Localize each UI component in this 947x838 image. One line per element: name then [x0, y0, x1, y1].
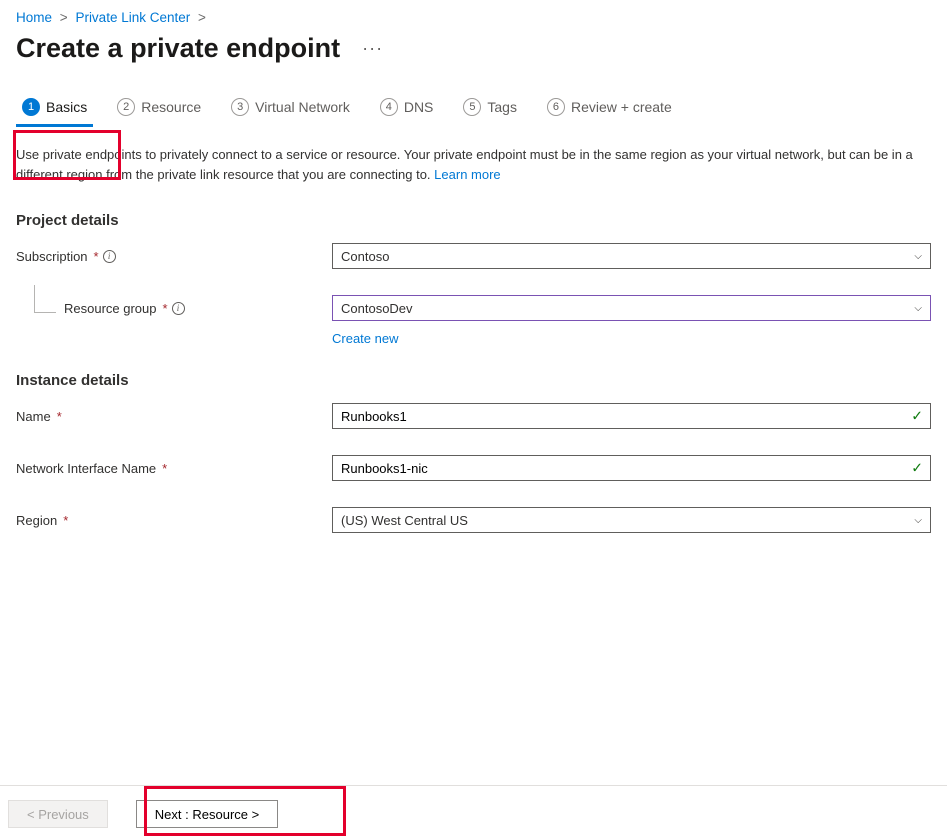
tree-indent-icon: [34, 285, 56, 313]
field-label: Name*: [16, 409, 332, 424]
tab-label: Tags: [487, 99, 517, 115]
tab-basics[interactable]: 1 Basics: [16, 90, 93, 126]
field-label: Subscription* i: [16, 249, 332, 264]
step-number-icon: 3: [231, 98, 249, 116]
wizard-footer: < Previous Next : Resource >: [0, 785, 947, 838]
select-value: Contoso: [341, 249, 389, 264]
create-new-link[interactable]: Create new: [332, 331, 398, 346]
section-instance-details: Instance details: [0, 346, 947, 397]
field-row-subscription: Subscription* i Contoso ⌵: [0, 237, 947, 275]
previous-button: < Previous: [8, 800, 108, 828]
tab-virtual-network[interactable]: 3 Virtual Network: [225, 90, 356, 126]
resource-group-select[interactable]: ContosoDev ⌵: [332, 295, 931, 321]
step-number-icon: 1: [22, 98, 40, 116]
tab-label: Resource: [141, 99, 201, 115]
tab-tags[interactable]: 5 Tags: [457, 90, 523, 126]
field-row-resource-group: Resource group* i ContosoDev ⌵: [0, 289, 947, 327]
select-value: (US) West Central US: [341, 513, 468, 528]
step-number-icon: 6: [547, 98, 565, 116]
step-number-icon: 2: [117, 98, 135, 116]
tab-label: Virtual Network: [255, 99, 350, 115]
name-input[interactable]: [332, 403, 931, 429]
tab-label: Basics: [46, 99, 87, 115]
subscription-select[interactable]: Contoso ⌵: [332, 243, 931, 269]
breadcrumb: Home > Private Link Center >: [0, 0, 947, 31]
step-number-icon: 4: [380, 98, 398, 116]
chevron-down-icon: ⌵: [914, 251, 922, 262]
tab-label: Review + create: [571, 99, 672, 115]
field-row-name: Name* ✓: [0, 397, 947, 435]
more-actions-icon[interactable]: ···: [362, 38, 383, 59]
field-label: Network Interface Name*: [16, 461, 332, 476]
info-icon[interactable]: i: [103, 250, 116, 263]
page-title: Create a private endpoint: [16, 33, 340, 64]
tab-resource[interactable]: 2 Resource: [111, 90, 207, 126]
create-new-row: Create new: [0, 327, 947, 346]
info-icon[interactable]: i: [172, 302, 185, 315]
section-project-details: Project details: [0, 186, 947, 237]
check-icon: ✓: [911, 460, 923, 477]
field-label: Resource group* i: [16, 301, 332, 316]
nic-input[interactable]: [332, 455, 931, 481]
tab-dns[interactable]: 4 DNS: [374, 90, 440, 126]
breadcrumb-private-link-center[interactable]: Private Link Center: [75, 10, 190, 25]
breadcrumb-home[interactable]: Home: [16, 10, 52, 25]
next-button[interactable]: Next : Resource >: [136, 800, 278, 828]
tab-review-create[interactable]: 6 Review + create: [541, 90, 678, 126]
step-number-icon: 5: [463, 98, 481, 116]
chevron-right-icon: >: [60, 10, 68, 25]
chevron-right-icon: >: [198, 10, 206, 25]
field-row-region: Region* (US) West Central US ⌵: [0, 501, 947, 539]
tab-label: DNS: [404, 99, 434, 115]
learn-more-link[interactable]: Learn more: [434, 167, 500, 182]
chevron-down-icon: ⌵: [914, 515, 922, 526]
title-bar: Create a private endpoint ···: [0, 31, 947, 90]
check-icon: ✓: [911, 408, 923, 425]
field-row-nic: Network Interface Name* ✓: [0, 449, 947, 487]
description-text: Use private endpoints to privately conne…: [0, 137, 930, 186]
select-value: ContosoDev: [341, 301, 413, 316]
field-label: Region*: [16, 513, 332, 528]
wizard-tabs: 1 Basics 2 Resource 3 Virtual Network 4 …: [0, 90, 947, 127]
chevron-down-icon: ⌵: [914, 303, 922, 314]
region-select[interactable]: (US) West Central US ⌵: [332, 507, 931, 533]
